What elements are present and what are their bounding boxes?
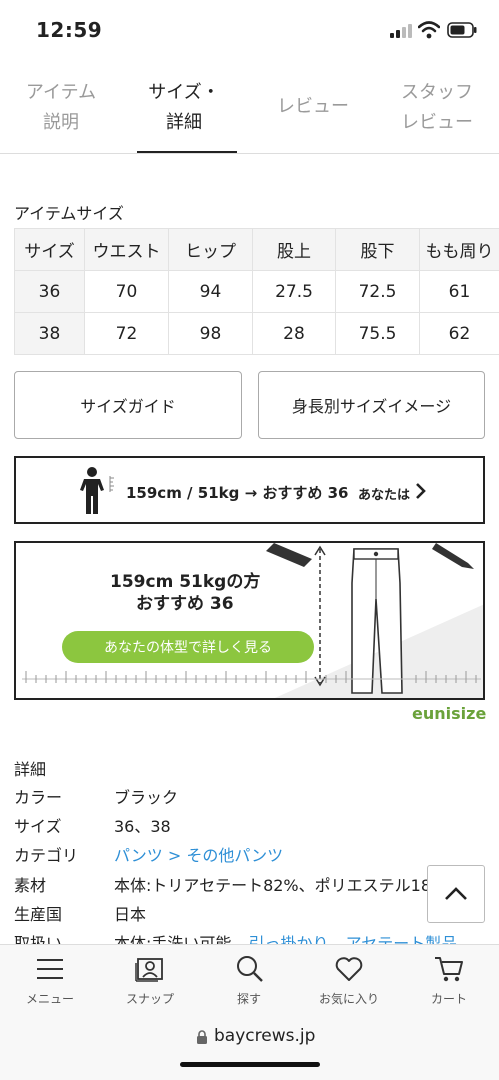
table-header-cell: サイズ <box>14 228 85 271</box>
size-guide-button[interactable]: サイズガイド <box>14 371 242 439</box>
recommendation-text: 159cm / 51kg → おすすめ 36 <box>126 484 349 502</box>
care-link[interactable]: アセテート製品 <box>346 934 458 944</box>
tab-label: レビュー <box>277 96 349 117</box>
detailed-fit-button[interactable]: あなたの体型で詳しく見る <box>62 631 314 663</box>
active-tab-indicator <box>137 151 237 153</box>
nav-label: メニュー <box>25 992 74 1006</box>
nav-label: お気に入り <box>318 992 379 1006</box>
table-cell: 72.5 <box>335 270 420 313</box>
detail-row-color: カラー ブラック <box>14 784 484 806</box>
table-header-row: サイズ ウエスト ヒップ 股上 股下 もも周り <box>14 228 499 271</box>
detail-tabs: アイテム 説明 サイズ・ 詳細 レビュー スタッフ レビュー <box>0 68 499 154</box>
table-cell: 75.5 <box>335 312 420 355</box>
tab-size-details[interactable]: サイズ・ 詳細 <box>129 78 239 144</box>
you-are-label: あなたは <box>358 488 411 503</box>
body-figure-icon <box>80 467 114 514</box>
table-cell: 61 <box>419 270 499 313</box>
unisize-banner[interactable]: 159cm 51kgの方 おすすめ 36 あなたの体型で詳しく見る <box>14 541 485 700</box>
tab-label: サイズ・ <box>148 82 220 103</box>
lock-icon <box>197 1030 207 1044</box>
details-title: 詳細 <box>14 760 47 779</box>
nav-menu[interactable]: メニュー <box>0 945 100 1015</box>
tab-label: 説明 <box>43 112 79 133</box>
height-size-image-button[interactable]: 身長別サイズイメージ <box>258 371 485 439</box>
detail-key: カラー <box>14 788 63 806</box>
status-bar: 12:59 <box>0 0 499 62</box>
detail-row-care: 取扱い 本体:手洗い可能 引っ掛かり アセテート製品 <box>14 930 484 944</box>
detail-key: サイズ <box>14 817 62 835</box>
nav-snap[interactable]: スナップ <box>100 945 200 1015</box>
table-cell: 98 <box>168 312 253 355</box>
table-cell: 38 <box>14 312 85 355</box>
detail-key: 素材 <box>14 876 47 894</box>
tab-label: スタッフ <box>401 82 473 103</box>
table-cell: 36 <box>14 270 85 313</box>
tab-label: 詳細 <box>166 112 202 133</box>
tab-staff-review[interactable]: スタッフ レビュー <box>382 78 492 144</box>
detail-value: 日本 <box>114 905 147 923</box>
menu-icon <box>37 959 63 979</box>
chevron-right-icon <box>416 483 426 499</box>
item-size-title: アイテムサイズ <box>14 204 124 223</box>
category-link[interactable]: パンツ > その他パンツ <box>114 842 283 864</box>
size-table: サイズ ウエスト ヒップ 股上 股下 もも周り 36 70 94 27.5 72… <box>14 228 499 355</box>
care-link[interactable]: 引っ掛かり <box>249 934 329 944</box>
cellular-signal-icon <box>390 24 412 38</box>
browser-url-bar[interactable]: baycrews.jp <box>0 1014 499 1080</box>
unisize-logo: eunisize <box>412 704 486 723</box>
tab-review[interactable]: レビュー <box>258 92 368 158</box>
heart-icon <box>335 957 363 981</box>
detail-value: 本体:トリアセテート82%、ポリエステル18% <box>114 876 447 894</box>
table-header-cell: もも周り <box>419 228 499 271</box>
tab-label: レビュー <box>401 112 473 133</box>
status-time: 12:59 <box>36 18 103 42</box>
detail-value: 本体:手洗い可能 引っ掛かり アセテート製品 <box>114 930 457 944</box>
table-cell: 72 <box>84 312 169 355</box>
nav-cart[interactable]: カート <box>399 945 499 1015</box>
unisize-logo-text: unisize <box>422 704 487 723</box>
nav-label: スナップ <box>125 992 174 1006</box>
snap-icon <box>135 958 163 982</box>
detail-key: 生産国 <box>14 905 63 923</box>
detail-row-material: 素材 本体:トリアセテート82%、ポリエステル18% <box>14 872 484 894</box>
detail-key: カテゴリ <box>14 846 79 864</box>
tab-label: アイテム <box>25 82 97 103</box>
table-header-cell: ウエスト <box>84 228 169 271</box>
table-row: 36 70 94 27.5 72.5 61 <box>14 270 499 313</box>
detail-row-origin: 生産国 日本 <box>14 901 484 923</box>
detail-row-category: カテゴリ パンツ > その他パンツ <box>14 842 484 864</box>
table-cell: 70 <box>84 270 169 313</box>
tab-item-description[interactable]: アイテム 説明 <box>6 78 116 144</box>
unisize-logo-icon: e <box>412 704 423 723</box>
search-icon <box>237 956 263 982</box>
table-header-cell: 股上 <box>252 228 336 271</box>
home-indicator[interactable] <box>180 1062 320 1067</box>
table-row: 38 72 98 28 75.5 62 <box>14 312 499 355</box>
bottom-navigation: メニュー スナップ 探す お気に入り カート <box>0 944 499 1014</box>
nav-favorites[interactable]: お気に入り <box>299 945 399 1015</box>
nav-label: カート <box>430 992 467 1006</box>
nav-search[interactable]: 探す <box>199 945 299 1015</box>
size-recommendation-bar[interactable]: 159cm / 51kg → おすすめ 36 あなたは <box>14 456 485 524</box>
cart-icon <box>435 957 463 982</box>
table-cell: 94 <box>168 270 253 313</box>
url-text: baycrews.jp <box>214 1026 316 1046</box>
detail-row-size: サイズ 36、38 <box>14 813 484 835</box>
table-header-cell: 股下 <box>335 228 420 271</box>
table-cell: 27.5 <box>252 270 336 313</box>
table-cell: 62 <box>419 312 499 355</box>
table-cell: 28 <box>252 312 336 355</box>
care-text: 本体:手洗い可能 <box>114 934 232 944</box>
battery-icon <box>447 22 477 38</box>
banner-recommend-text: おすすめ 36 <box>136 594 234 614</box>
scroll-to-top-button[interactable] <box>427 865 485 923</box>
nav-label: 探す <box>236 992 261 1006</box>
wifi-icon <box>418 21 440 39</box>
detail-key: 取扱い <box>14 934 63 944</box>
detail-value: ブラック <box>114 788 179 806</box>
chevron-up-icon <box>445 887 467 900</box>
detail-value: 36、38 <box>114 817 171 835</box>
table-header-cell: ヒップ <box>168 228 253 271</box>
